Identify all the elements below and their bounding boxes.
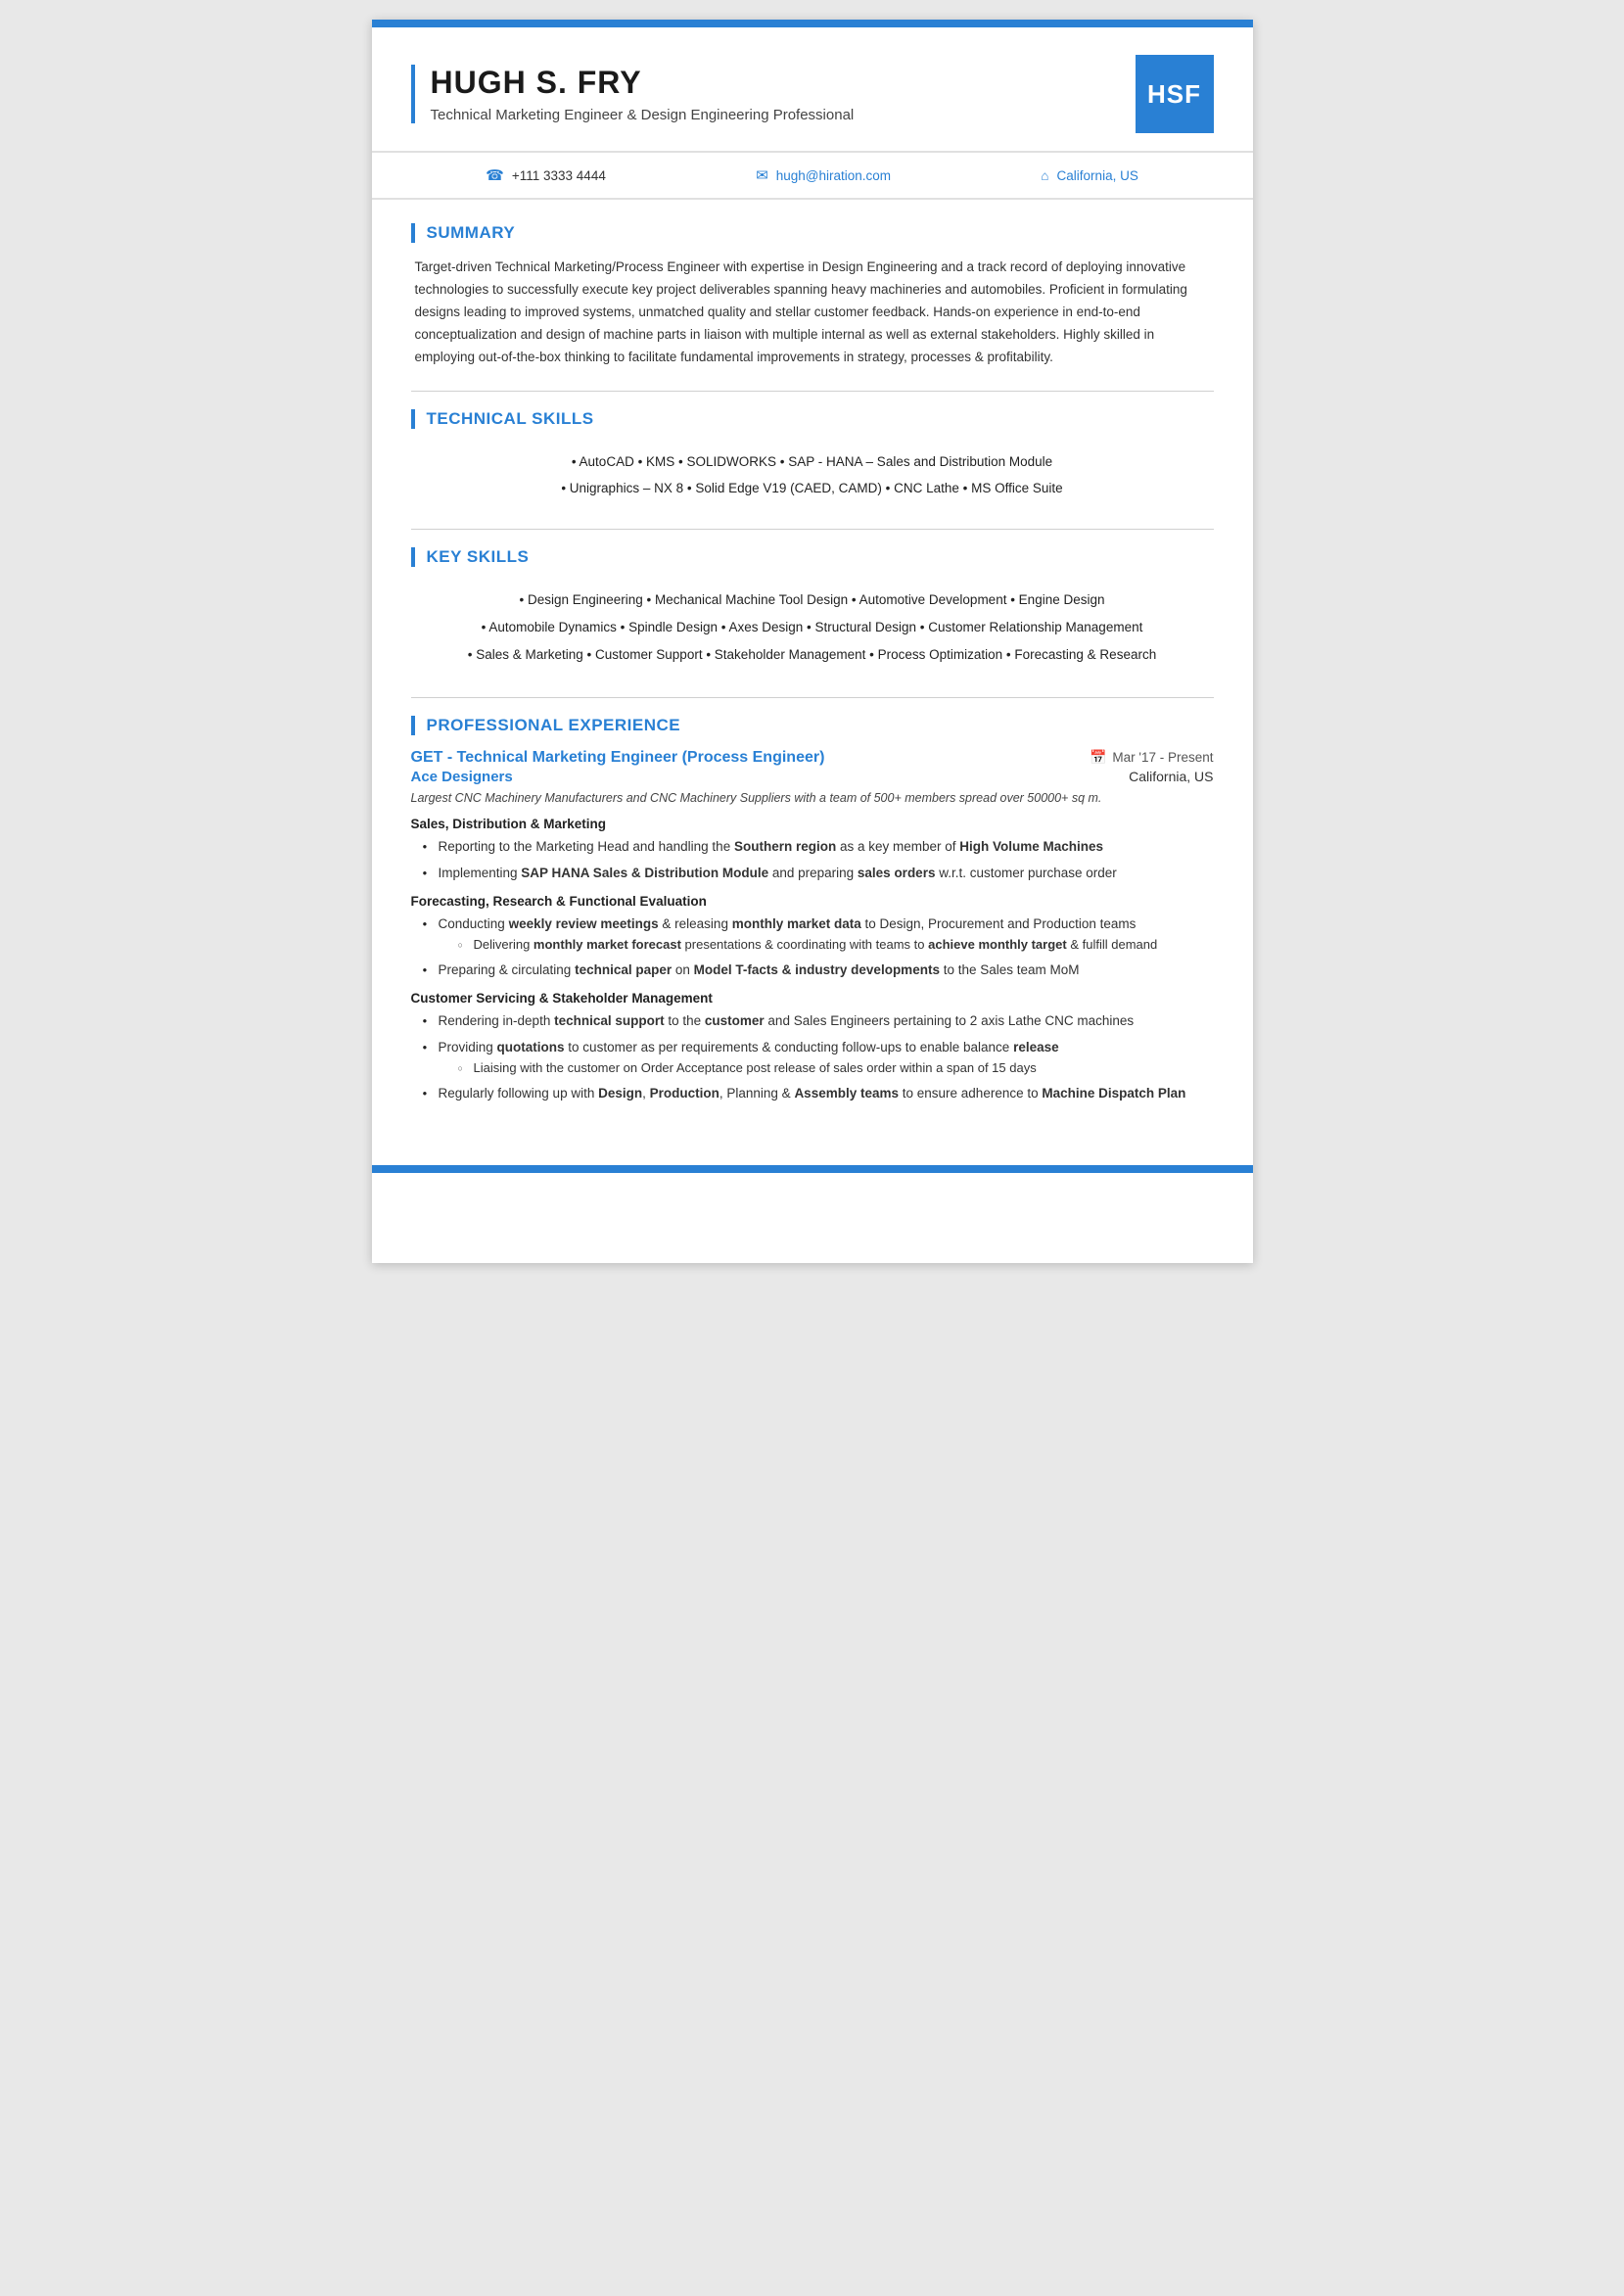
- forecasting-bullet-2: Preparing & circulating technical paper …: [423, 960, 1214, 981]
- forecasting-bullets: Conducting weekly review meetings & rele…: [411, 914, 1214, 981]
- subsection-forecasting-title: Forecasting, Research & Functional Evalu…: [411, 894, 1214, 909]
- resume-container: HUGH S. FRY Technical Marketing Engineer…: [372, 20, 1253, 1263]
- key-skill-line-3: • Sales & Marketing • Customer Support •…: [411, 641, 1214, 669]
- candidate-name: HUGH S. FRY: [431, 65, 855, 101]
- forecasting-sub-bullet-1: Delivering monthly market forecast prese…: [458, 935, 1214, 956]
- job-1-date: 📅 Mar '17 - Present: [1090, 749, 1214, 766]
- summary-title: SUMMARY: [411, 223, 1214, 243]
- customer-bullets: Rendering in-depth technical support to …: [411, 1010, 1214, 1104]
- header-name-block: HUGH S. FRY Technical Marketing Engineer…: [411, 65, 855, 123]
- customer-bullet-3: Regularly following up with Design, Prod…: [423, 1083, 1214, 1104]
- forecasting-bullet-1: Conducting weekly review meetings & rele…: [423, 914, 1214, 956]
- location-icon: ⌂: [1041, 168, 1048, 183]
- key-skills-section: KEY SKILLS • Design Engineering • Mechan…: [411, 547, 1214, 676]
- key-skill-line-1: • Design Engineering • Mechanical Machin…: [411, 586, 1214, 614]
- key-skills-list: • Design Engineering • Mechanical Machin…: [411, 581, 1214, 676]
- phone-number: +111 3333 4444: [512, 168, 606, 183]
- summary-section: SUMMARY Target-driven Technical Marketin…: [411, 223, 1214, 369]
- divider-2: [411, 529, 1214, 530]
- job-1: GET - Technical Marketing Engineer (Proc…: [411, 749, 1214, 1104]
- sales-bullet-2: Implementing SAP HANA Sales & Distributi…: [423, 863, 1214, 884]
- phone-icon: ☎: [486, 166, 504, 184]
- candidate-title: Technical Marketing Engineer & Design En…: [431, 107, 855, 123]
- customer-sub-bullet-1: Liaising with the customer on Order Acce…: [458, 1058, 1214, 1079]
- avatar: HSF: [1136, 55, 1214, 133]
- company-1-location: California, US: [1129, 769, 1213, 784]
- job-1-header: GET - Technical Marketing Engineer (Proc…: [411, 749, 1214, 767]
- bottom-decorative-bar: [372, 1165, 1253, 1173]
- header-section: HUGH S. FRY Technical Marketing Engineer…: [372, 27, 1253, 153]
- location-text: California, US: [1057, 168, 1138, 183]
- customer-bullet-2: Providing quotations to customer as per …: [423, 1037, 1214, 1079]
- email-contact: ✉ hugh@hiration.com: [756, 166, 891, 184]
- email-icon: ✉: [756, 166, 768, 184]
- job-1-date-range: Mar '17 - Present: [1112, 750, 1213, 765]
- phone-contact: ☎ +111 3333 4444: [486, 166, 606, 184]
- key-skills-title: KEY SKILLS: [411, 547, 1214, 567]
- forecasting-sub-bullets: Delivering monthly market forecast prese…: [439, 935, 1214, 956]
- technical-skills-title: TECHNICAL SKILLS: [411, 409, 1214, 429]
- technical-skills-section: TECHNICAL SKILLS • AutoCAD • KMS • SOLID…: [411, 409, 1214, 507]
- company-1-name: Ace Designers: [411, 769, 513, 785]
- key-skill-line-2: • Automobile Dynamics • Spindle Design •…: [411, 614, 1214, 641]
- job-1-title: GET - Technical Marketing Engineer (Proc…: [411, 749, 825, 767]
- sales-bullet-1: Reporting to the Marketing Head and hand…: [423, 836, 1214, 858]
- customer-bullet-1: Rendering in-depth technical support to …: [423, 1010, 1214, 1032]
- sales-bullets: Reporting to the Marketing Head and hand…: [411, 836, 1214, 884]
- tech-skill-line-2: • Unigraphics – NX 8 • Solid Edge V19 (C…: [411, 475, 1214, 501]
- company-1-header: Ace Designers California, US: [411, 769, 1214, 785]
- subsection-customer-title: Customer Servicing & Stakeholder Managem…: [411, 991, 1214, 1006]
- summary-text: Target-driven Technical Marketing/Proces…: [411, 257, 1214, 369]
- location-contact: ⌂ California, US: [1041, 168, 1137, 183]
- contact-bar: ☎ +111 3333 4444 ✉ hugh@hiration.com ⌂ C…: [372, 153, 1253, 200]
- company-1-desc: Largest CNC Machinery Manufacturers and …: [411, 789, 1214, 808]
- customer-sub-bullets: Liaising with the customer on Order Acce…: [439, 1058, 1214, 1079]
- subsection-sales-title: Sales, Distribution & Marketing: [411, 817, 1214, 831]
- experience-title: PROFESSIONAL EXPERIENCE: [411, 716, 1214, 735]
- main-content: SUMMARY Target-driven Technical Marketin…: [372, 200, 1253, 1155]
- experience-section: PROFESSIONAL EXPERIENCE GET - Technical …: [411, 716, 1214, 1104]
- divider-3: [411, 697, 1214, 698]
- technical-skills-list: • AutoCAD • KMS • SOLIDWORKS • SAP - HAN…: [411, 443, 1214, 507]
- calendar-icon: 📅: [1090, 749, 1106, 766]
- top-decorative-bar: [372, 20, 1253, 27]
- email-link[interactable]: hugh@hiration.com: [776, 168, 891, 183]
- divider-1: [411, 391, 1214, 392]
- tech-skill-line-1: • AutoCAD • KMS • SOLIDWORKS • SAP - HAN…: [411, 448, 1214, 475]
